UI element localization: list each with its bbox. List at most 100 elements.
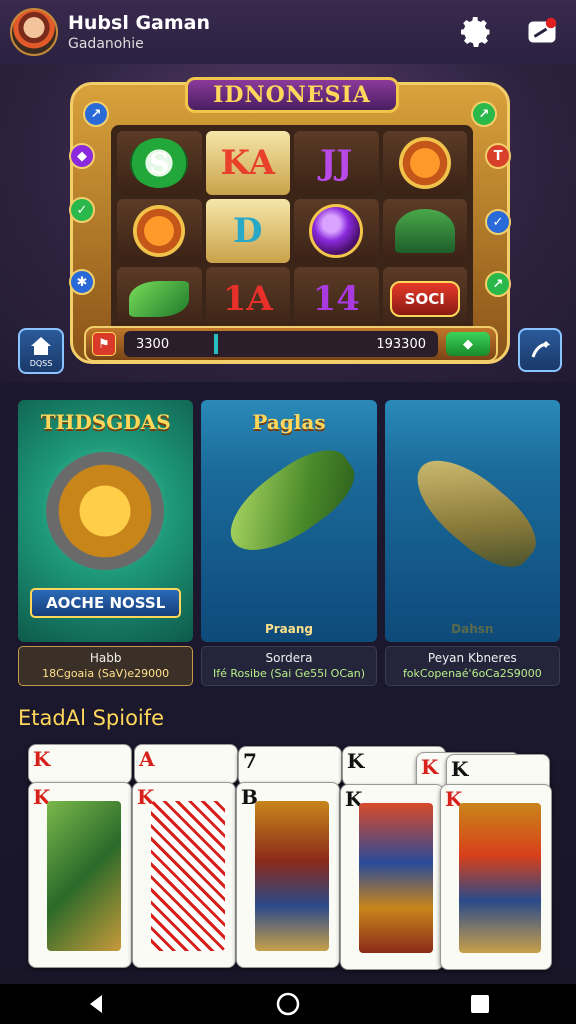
- reel-cell: SOCI: [382, 267, 467, 331]
- side-gem-icon: T: [485, 143, 511, 169]
- fish-artwork-icon: [215, 435, 368, 569]
- reel-cell: [382, 131, 467, 195]
- fish-card-art-icon: [47, 801, 121, 951]
- playing-card[interactable]: K: [28, 782, 132, 968]
- game-meta: Sordera Ifé Rosibe (Sai Ge55l OCan): [201, 646, 377, 686]
- reel-cell: JJ: [294, 131, 379, 195]
- reel-cell: [117, 267, 202, 331]
- fish-artwork-icon: [400, 442, 549, 582]
- game-thumbnail[interactable]: Dahsn: [384, 400, 560, 642]
- king-card-art-icon: [359, 803, 433, 953]
- king-card-art-icon: [255, 801, 329, 951]
- reel-cell: 14: [294, 267, 379, 331]
- reel-cell: 1A: [205, 267, 290, 331]
- reel-cell: KA: [205, 131, 290, 195]
- side-gem-icon: ◆: [69, 143, 95, 169]
- side-gem-icon: ✓: [485, 209, 511, 235]
- balance-bar: ⚑ 3300 193300 ◆: [84, 326, 498, 362]
- slot-reels: S KA JJ D 1A 14 SOCI: [111, 125, 473, 337]
- orb-symbol-icon: [309, 204, 364, 258]
- balance-icon: ⚑: [92, 332, 116, 356]
- game-detail: 18Cgoaia (SaV)e29000: [42, 667, 170, 680]
- coin-symbol-icon: S: [130, 138, 189, 188]
- spin-button[interactable]: ◆: [446, 332, 490, 356]
- system-nav-bar: [0, 984, 576, 1024]
- side-gem-icon: ↗: [485, 271, 511, 297]
- slot-machine-frame: IDNONESIA ↗ ◆ ✓ ✱ ↗ T ✓ ↗ S KA JJ D 1A 1…: [69, 77, 511, 364]
- balance-indicator: [214, 334, 218, 354]
- notification-button[interactable]: [522, 12, 562, 52]
- action-button[interactable]: [518, 328, 562, 372]
- game-name: Peyan Kbneres: [427, 651, 517, 665]
- leaf-symbol-icon: [129, 281, 190, 317]
- card-rank: K: [451, 757, 469, 781]
- mushroom-symbol-icon: [394, 209, 455, 253]
- home-icon: [31, 336, 51, 355]
- notification-icon: [528, 17, 557, 43]
- reel-cell: D: [205, 199, 290, 263]
- game-card[interactable]: Dahsn Peyan Kbneres fokCopenaé'6oCa2S900…: [384, 400, 560, 690]
- balance-track: 3300 193300: [124, 331, 438, 357]
- game-banner: AOCHE NOSSL: [30, 588, 182, 618]
- game-meta: Peyan Kbneres fokCopenaé'6oCa2S9000: [384, 646, 560, 686]
- game-footer: Praang: [264, 622, 314, 636]
- playing-card[interactable]: A: [134, 744, 238, 784]
- home-circle-icon[interactable]: [276, 992, 300, 1016]
- user-subtitle: Gadanohie: [68, 36, 144, 52]
- card-rank: 7: [243, 749, 257, 773]
- game-footer: Dahsn: [451, 622, 494, 636]
- balance-right: 193300: [376, 336, 426, 352]
- card-rank: K: [33, 747, 51, 771]
- playing-card[interactable]: K: [28, 744, 132, 784]
- back-icon[interactable]: [84, 992, 108, 1016]
- playing-card[interactable]: K: [340, 784, 444, 970]
- playing-card[interactable]: K: [132, 782, 236, 968]
- app-root: Hubsl Gaman Gadanohie IDNONESIA ↗ ◆ ✓ ✱ …: [0, 0, 576, 1024]
- gear-icon: [461, 17, 490, 47]
- card-rank: K: [421, 755, 439, 779]
- reel-cell: [117, 199, 202, 263]
- balance-left: 3300: [136, 336, 170, 352]
- card-rank: A: [139, 747, 155, 771]
- game-name: Habb: [89, 651, 122, 665]
- top-bar: Hubsl Gaman Gadanohie: [0, 0, 576, 64]
- gear-artwork-icon: [46, 452, 164, 570]
- flower-symbol-icon: [133, 205, 186, 257]
- recent-square-icon[interactable]: [468, 992, 492, 1016]
- game-detail: fokCopenaé'6oCa2S9000: [402, 667, 542, 680]
- side-gem-icon: ✓: [69, 197, 95, 223]
- side-gem-icon: ↗: [471, 101, 497, 127]
- game-name: Sordera: [265, 651, 313, 665]
- game-detail: Ifé Rosibe (Sai Ge55l OCan): [212, 667, 366, 680]
- game-meta: Habb 18Cgoaia (SaV)e29000: [18, 646, 194, 686]
- user-info: Hubsl Gaman Gadanohie: [68, 12, 210, 52]
- avatar[interactable]: [10, 8, 58, 56]
- card-fan: K A 7 K K K K K B K K: [18, 744, 560, 974]
- game-thumbnail[interactable]: THDSGDAS AOCHE NOSSL: [18, 400, 194, 642]
- slot-title: IDNONESIA: [185, 77, 399, 113]
- username: Hubsl Gaman: [68, 12, 211, 34]
- playing-card[interactable]: K: [440, 784, 552, 970]
- game-card[interactable]: Paglas Praang Sordera Ifé Rosibe (Sai Ge…: [201, 400, 377, 690]
- settings-button[interactable]: [456, 12, 496, 52]
- game-card[interactable]: THDSGDAS AOCHE NOSSL Habb 18Cgoaia (SaV)…: [18, 400, 194, 690]
- flower-symbol-icon: [398, 137, 451, 189]
- game-title: THDSGDAS: [40, 410, 171, 434]
- side-gem-icon: ↗: [83, 101, 109, 127]
- playing-card[interactable]: B: [236, 782, 340, 968]
- reel-cell: [382, 199, 467, 263]
- game-title: Paglas: [252, 410, 326, 434]
- playing-card[interactable]: 7: [238, 746, 342, 786]
- side-gem-icon: ✱: [69, 269, 95, 295]
- arrow-icon: [531, 340, 551, 358]
- pattern-card-art-icon: [151, 801, 225, 951]
- reel-sign: SOCI: [389, 281, 460, 317]
- section-title: EtadAl Spioife: [18, 706, 165, 730]
- slot-machine-area: IDNONESIA ↗ ◆ ✓ ✱ ↗ T ✓ ↗ S KA JJ D 1A 1…: [0, 64, 576, 382]
- card-rank: K: [347, 749, 365, 773]
- home-button[interactable]: DQSS: [18, 328, 64, 374]
- game-thumbnail[interactable]: Paglas Praang: [201, 400, 377, 642]
- king-card-art-icon: [459, 803, 541, 953]
- home-label: DQSS: [29, 358, 53, 368]
- reel-cell: [294, 199, 379, 263]
